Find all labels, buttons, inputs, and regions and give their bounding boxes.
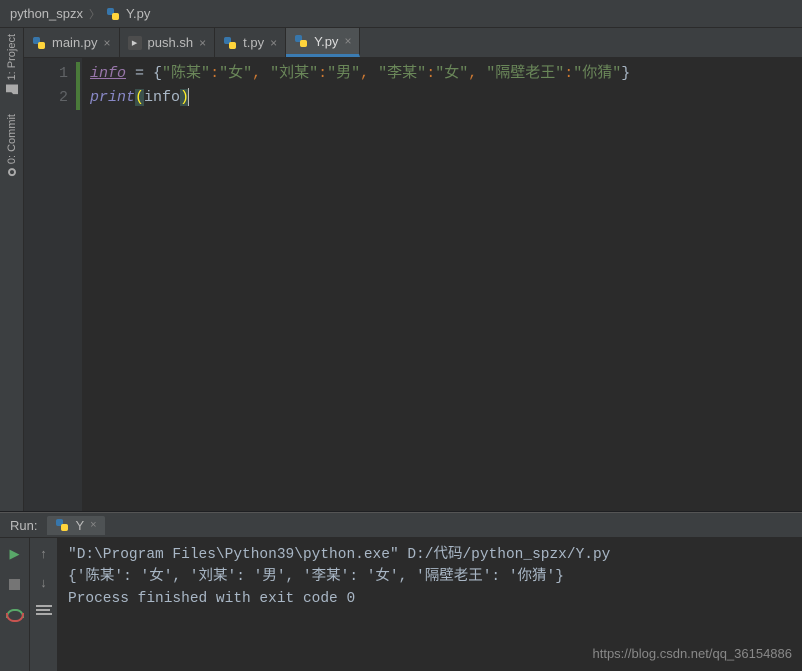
toolwindow-commit[interactable]: 0: Commit — [6, 114, 18, 176]
project-icon — [6, 84, 18, 96]
python-icon — [55, 518, 69, 532]
close-icon[interactable]: × — [344, 34, 351, 48]
run-nav-toolbar: ↑ ↓ — [30, 538, 58, 671]
tab-push-sh[interactable]: push.sh × — [120, 28, 216, 57]
toolwindow-project[interactable]: 1: Project — [6, 34, 18, 96]
close-icon[interactable]: × — [270, 36, 277, 50]
tab-label: Y.py — [314, 34, 338, 49]
gutter-line-numbers: 1 2 — [24, 58, 74, 511]
chevron-right-icon: 〉 — [89, 6, 100, 22]
run-panel-header: Run: Y × — [0, 512, 802, 538]
tk-colon: : — [426, 65, 435, 82]
code-area[interactable]: info = {"陈某":"女", "刘某":"男", "李某":"女", "隔… — [82, 58, 802, 511]
console-line: "D:\Program Files\Python39\python.exe" D… — [68, 544, 792, 566]
code-line-2: print(info) — [90, 86, 794, 110]
tk-brace: } — [621, 65, 630, 82]
vcs-gutter — [74, 58, 82, 511]
python-icon — [32, 36, 46, 50]
tk-paren: ( — [135, 89, 144, 106]
close-icon[interactable]: × — [199, 36, 206, 50]
stop-icon[interactable] — [7, 576, 23, 592]
line-number: 1 — [24, 62, 68, 86]
tk-string: "女" — [219, 65, 252, 82]
console-line: {'陈某': '女', '刘某': '男', '李某': '女', '隔壁老王'… — [68, 566, 792, 588]
breadcrumb-project[interactable]: python_spzx — [10, 6, 83, 21]
shell-icon — [128, 36, 142, 50]
run-tab-label: Y — [75, 518, 84, 533]
editor-tab-bar: main.py × push.sh × t.py × Y.py × — [24, 28, 802, 58]
rerun-icon[interactable]: ▶ — [7, 546, 23, 562]
tk-string: "你猜" — [573, 65, 621, 82]
toolwindow-commit-label: 0: Commit — [6, 114, 18, 164]
toolwindow-project-label: 1: Project — [6, 34, 18, 80]
tk-variable: info — [90, 65, 126, 82]
tk-comma: , — [252, 65, 270, 82]
commit-icon — [8, 169, 16, 177]
run-toolbar: ▶ — [0, 538, 30, 671]
tab-t-py[interactable]: t.py × — [215, 28, 286, 57]
tk-string: "刘某" — [270, 65, 318, 82]
run-title: Run: — [10, 518, 37, 533]
console-output[interactable]: "D:\Program Files\Python39\python.exe" D… — [58, 538, 802, 671]
tk-builtin: print — [90, 89, 135, 106]
tk-op: = — [126, 65, 153, 82]
watermark: https://blog.csdn.net/qq_36154886 — [593, 643, 793, 665]
arrow-down-icon[interactable]: ↓ — [40, 575, 47, 590]
console-line: Process finished with exit code 0 — [68, 588, 792, 610]
python-icon — [223, 36, 237, 50]
tk-comma: , — [468, 65, 486, 82]
tk-string: "男" — [327, 65, 360, 82]
restart-icon[interactable] — [8, 606, 22, 620]
breadcrumb-file[interactable]: Y.py — [126, 6, 150, 21]
tk-string: "李某" — [378, 65, 426, 82]
tab-label: t.py — [243, 35, 264, 50]
code-editor[interactable]: 1 2 info = {"陈某":"女", "刘某":"男", "李某":"女"… — [24, 58, 802, 511]
caret — [188, 88, 189, 106]
tk-string: "女" — [435, 65, 468, 82]
run-panel: Run: Y × ▶ ↑ ↓ "D:\Program Files\Python3… — [0, 511, 802, 671]
close-icon[interactable]: × — [104, 36, 111, 50]
tk-colon: : — [210, 65, 219, 82]
left-gutter: 1: Project 0: Commit — [0, 28, 24, 511]
run-tab[interactable]: Y × — [47, 516, 104, 535]
tk-brace: { — [153, 65, 162, 82]
soft-wrap-icon[interactable] — [36, 604, 52, 620]
tk-variable: info — [144, 89, 180, 106]
tk-colon: : — [318, 65, 327, 82]
vcs-added-marker — [76, 62, 80, 110]
tk-string: "陈某" — [162, 65, 210, 82]
code-line-1: info = {"陈某":"女", "刘某":"男", "李某":"女", "隔… — [90, 62, 794, 86]
tab-label: main.py — [52, 35, 98, 50]
arrow-up-icon[interactable]: ↑ — [40, 546, 47, 561]
python-icon — [294, 34, 308, 48]
close-icon[interactable]: × — [90, 519, 96, 531]
python-icon — [106, 7, 120, 21]
tab-y-py[interactable]: Y.py × — [286, 28, 360, 57]
tab-main-py[interactable]: main.py × — [24, 28, 120, 57]
tk-colon: : — [564, 65, 573, 82]
line-number: 2 — [24, 86, 68, 110]
breadcrumb: python_spzx 〉 Y.py — [0, 0, 802, 28]
tab-label: push.sh — [148, 35, 194, 50]
tk-string: "隔壁老王" — [486, 65, 564, 82]
tk-comma: , — [360, 65, 378, 82]
